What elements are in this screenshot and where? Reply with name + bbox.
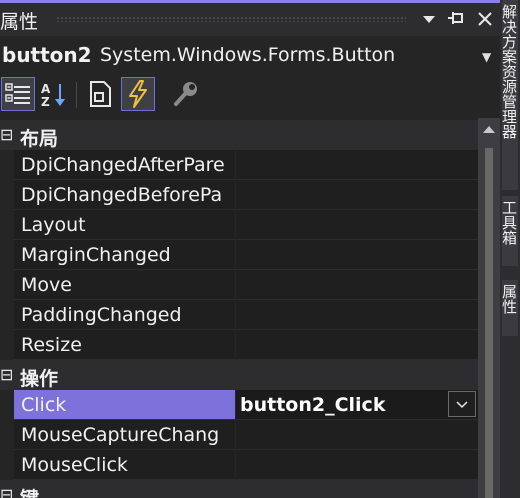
- property-name[interactable]: Resize: [14, 330, 235, 360]
- property-value[interactable]: [236, 330, 478, 360]
- side-tab-label: 属性: [500, 284, 518, 314]
- property-name[interactable]: MouseClick: [14, 450, 235, 480]
- window-position-icon[interactable]: [418, 8, 440, 30]
- category-label: 操作: [20, 368, 59, 390]
- lightning-icon: [129, 80, 147, 108]
- side-tab-strip: 解决方案资源管理器 工具箱 属性: [500, 0, 520, 498]
- property-row[interactable]: Move: [0, 270, 478, 300]
- category-label: 布局: [20, 128, 59, 150]
- vertical-scrollbar[interactable]: [478, 118, 500, 498]
- object-name: button2: [2, 43, 92, 67]
- property-value[interactable]: [236, 420, 478, 450]
- collapse-icon[interactable]: ⊟: [0, 360, 13, 390]
- property-value-text[interactable]: button2_Click: [240, 394, 385, 416]
- alphabetical-button[interactable]: A Z: [38, 78, 70, 110]
- property-row-selected[interactable]: Click button2_Click: [0, 390, 478, 420]
- property-value[interactable]: [236, 240, 478, 270]
- category-row[interactable]: ⊟ 布局: [0, 120, 478, 150]
- side-tab-label: 解决方案资源管理器: [500, 4, 518, 139]
- side-tab-label: 工具箱: [500, 200, 518, 245]
- property-row[interactable]: MouseCaptureChang: [0, 420, 478, 450]
- property-name[interactable]: MouseCaptureChang: [14, 420, 235, 450]
- property-name[interactable]: DpiChangedBeforePa: [14, 180, 235, 210]
- category-row[interactable]: ⊟ 键: [0, 480, 478, 498]
- property-name[interactable]: Click: [14, 390, 235, 420]
- property-value[interactable]: [236, 150, 478, 180]
- category-row[interactable]: ⊟ 操作: [0, 360, 478, 390]
- chevron-down-icon[interactable]: [448, 391, 476, 417]
- property-name[interactable]: PaddingChanged: [14, 300, 235, 330]
- property-row[interactable]: Layout: [0, 210, 478, 240]
- collapse-icon[interactable]: ⊟: [0, 480, 13, 498]
- properties-icon: [90, 81, 111, 107]
- toolbar-separator: [76, 82, 77, 108]
- category-label: 键: [20, 484, 39, 498]
- wrench-icon: [174, 82, 197, 106]
- property-name[interactable]: DpiChangedAfterPare: [14, 150, 235, 180]
- pin-icon[interactable]: [445, 8, 467, 30]
- close-icon[interactable]: [474, 8, 496, 30]
- property-row[interactable]: MarginChanged: [0, 240, 478, 270]
- property-row[interactable]: PaddingChanged: [0, 300, 478, 330]
- property-name[interactable]: MarginChanged: [14, 240, 235, 270]
- scrollbar-thumb[interactable]: [485, 148, 493, 498]
- property-value-dropdown[interactable]: button2_Click: [236, 390, 478, 420]
- property-row[interactable]: Resize: [0, 330, 478, 360]
- drag-grip[interactable]: [56, 16, 406, 22]
- property-row[interactable]: DpiChangedBeforePa: [0, 180, 478, 210]
- collapse-icon[interactable]: ⊟: [0, 120, 13, 150]
- panel-titlebar: 属性: [0, 0, 500, 36]
- property-name[interactable]: Layout: [14, 210, 235, 240]
- chevron-down-icon[interactable]: ▼: [482, 50, 491, 64]
- property-row[interactable]: MouseClick: [0, 450, 478, 480]
- property-row[interactable]: DpiChangedAfterPare: [0, 150, 478, 180]
- svg-text:A: A: [41, 82, 51, 96]
- property-value[interactable]: [236, 270, 478, 300]
- property-grid: ⊟ 布局 DpiChangedAfterPare DpiChangedBefor…: [0, 120, 478, 498]
- title-accent-line: [0, 0, 500, 3]
- properties-toolbar: A Z: [0, 74, 500, 118]
- categorized-icon: [5, 83, 30, 104]
- panel-title: 属性: [0, 11, 39, 33]
- svg-text:Z: Z: [41, 95, 50, 109]
- property-value[interactable]: [236, 450, 478, 480]
- property-value[interactable]: [236, 300, 478, 330]
- property-value[interactable]: [236, 210, 478, 240]
- sort-alpha-icon: A Z: [41, 82, 65, 109]
- object-type: System.Windows.Forms.Button: [100, 44, 396, 66]
- object-selector[interactable]: button2 System.Windows.Forms.Button ▼: [0, 36, 500, 74]
- categorized-button[interactable]: [1, 77, 35, 111]
- properties-button[interactable]: [84, 78, 116, 110]
- property-pages-button[interactable]: [170, 78, 202, 110]
- events-button[interactable]: [121, 77, 155, 111]
- property-name[interactable]: Move: [14, 270, 235, 300]
- property-value[interactable]: [236, 180, 478, 210]
- scroll-up-icon[interactable]: [483, 126, 495, 133]
